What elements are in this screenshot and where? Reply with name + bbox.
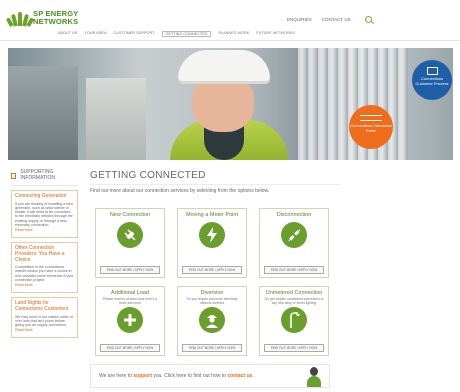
- plug-icon: [117, 222, 143, 248]
- nav-getting-connected[interactable]: GETTING CONNECTED: [161, 31, 212, 37]
- network-nodes-icon: [360, 115, 382, 121]
- worker-icon: [199, 307, 225, 333]
- card-moving-meter-point[interactable]: Moving a Meter Point FIND OUT MORE / APP…: [177, 208, 247, 278]
- brand-name: SP ENERGY NETWORKS: [33, 9, 79, 26]
- unplug-icon: [281, 222, 307, 248]
- find-out-more-button[interactable]: FIND OUT MORE / APPLY NOW: [264, 266, 324, 274]
- connections-customer-process-button[interactable]: Connections Customer Process: [412, 60, 452, 100]
- find-out-more-button[interactable]: FIND OUT MORE / APPLY NOW: [100, 266, 160, 274]
- nav-about-us[interactable]: ABOUT US: [58, 31, 77, 37]
- sidebar-text: We may need to run cables under or over …: [15, 314, 74, 328]
- nav-customer-support[interactable]: CUSTOMER SUPPORT: [114, 31, 155, 37]
- find-out-more-button[interactable]: FIND OUT MORE / APPLY NOW: [182, 266, 242, 274]
- top-links: ENQUIRIES CONTACT US: [287, 16, 372, 23]
- sidebar-section-generation: Connecting Generation If you are thinkin…: [11, 190, 78, 239]
- nav-planned-work[interactable]: PLANNED WORK: [218, 31, 249, 37]
- nav-divider: [0, 40, 460, 41]
- card-additional-load[interactable]: Additional Load Please read by at least …: [95, 286, 165, 356]
- hero-equipment-cabinet: [8, 66, 78, 160]
- main-nav: ABOUT US YOUR AREA CUSTOMER SUPPORT GETT…: [58, 31, 295, 37]
- plus-icon: [117, 307, 143, 333]
- support-agent-icon: [307, 367, 321, 387]
- info-square-icon: [11, 172, 17, 179]
- card-new-connection[interactable]: New Connection FIND OUT MORE / APPLY NOW: [95, 208, 165, 278]
- hero-cables: [298, 48, 408, 160]
- sidebar-heading[interactable]: Connecting Generation: [15, 193, 74, 200]
- card-unmetered-connection[interactable]: Unmetered Connection Do you require unme…: [259, 286, 329, 356]
- find-out-more-button[interactable]: FIND OUT MORE / APPLY NOW: [182, 344, 242, 352]
- hero-equipment-panel: [86, 78, 146, 160]
- connections-interactive-guide-button[interactable]: Connections Interactive Guide: [349, 105, 393, 149]
- sidebar-text: If you are thinking of installing a new …: [15, 201, 73, 228]
- document-icon: [426, 67, 438, 75]
- logo-mark-icon: [5, 10, 35, 27]
- find-out-more-button[interactable]: FIND OUT MORE / APPLY NOW: [100, 344, 160, 352]
- nav-future-networks[interactable]: FUTURE NETWORKS: [256, 31, 294, 37]
- enquiries-link[interactable]: ENQUIRIES: [287, 17, 312, 22]
- streetlight-icon: [281, 307, 307, 333]
- find-out-more-button[interactable]: FIND OUT MORE / APPLY NOW: [264, 344, 324, 352]
- supporting-info-sidebar: SUPPORTING INFORMATION Connecting Genera…: [11, 169, 78, 342]
- nav-your-area[interactable]: YOUR AREA: [84, 31, 106, 37]
- read-more-link[interactable]: Read More: [15, 283, 74, 287]
- sidebar-section-providers: Other Connection Providers: You Have a C…: [11, 242, 78, 294]
- sidebar-heading[interactable]: Land Rights for Connections Customers: [15, 300, 74, 312]
- main-content: GETTING CONNECTED Find out more about ou…: [90, 170, 340, 356]
- read-more-link[interactable]: Read More: [15, 328, 74, 332]
- card-disconnection[interactable]: Disconnection FIND OUT MORE / APPLY NOW: [259, 208, 329, 278]
- sidebar-title: SUPPORTING INFORMATION: [11, 169, 78, 186]
- search-icon[interactable]: [364, 16, 372, 23]
- support-banner[interactable]: We are here to support you. Click here t…: [90, 364, 330, 388]
- contact-us-link[interactable]: contact us: [227, 373, 252, 379]
- support-link[interactable]: support: [133, 373, 152, 379]
- page-title: GETTING CONNECTED: [90, 170, 340, 185]
- brand-logo[interactable]: SP ENERGY NETWORKS: [5, 9, 79, 27]
- sidebar-section-land-rights: Land Rights for Connections Customers We…: [11, 297, 78, 339]
- contact-us-link[interactable]: CONTACT US: [322, 17, 351, 22]
- intro-text: Find out more about our connection servi…: [90, 188, 270, 194]
- sidebar-heading[interactable]: Other Connection Providers: You Have a C…: [15, 246, 74, 263]
- read-more-link[interactable]: Read More: [15, 228, 74, 232]
- card-diversion[interactable]: Diversion Do you require and more electr…: [177, 286, 247, 356]
- hero-worker-image: [168, 50, 288, 160]
- sidebar-text: Competition in the connections market me…: [15, 265, 74, 283]
- hero-banner: [8, 48, 453, 160]
- lightning-icon: [199, 222, 225, 248]
